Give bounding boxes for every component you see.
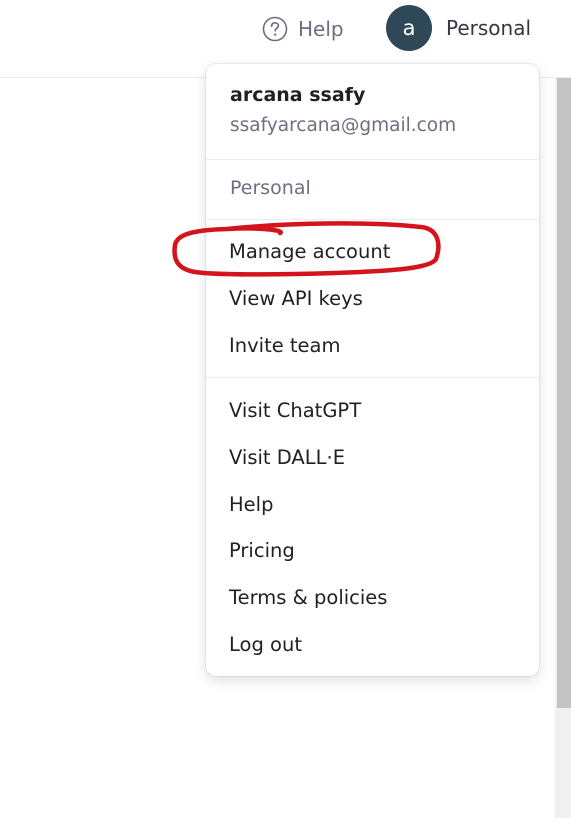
menu-item-pricing[interactable]: Pricing <box>206 528 539 572</box>
avatar: a <box>386 5 432 51</box>
user-name: arcana ssafy <box>230 84 366 106</box>
user-email: ssafyarcana@gmail.com <box>230 115 457 136</box>
account-menu-button[interactable]: a Personal <box>386 5 531 51</box>
menu-item-terms-policies[interactable]: Terms & policies <box>206 575 539 619</box>
menu-item-log-out[interactable]: Log out <box>206 622 539 666</box>
header-help-label: Help <box>298 17 344 41</box>
menu-divider <box>206 377 539 378</box>
question-circle-icon <box>262 16 288 42</box>
organization-label: Personal <box>230 177 311 199</box>
menu-item-visit-chatgpt[interactable]: Visit ChatGPT <box>206 388 539 432</box>
menu-divider <box>206 219 539 220</box>
page: Help a Personal arcana ssafy ssafyarcana… <box>0 0 571 818</box>
menu-item-manage-account[interactable]: Manage account <box>206 229 539 273</box>
menu-item-view-api-keys[interactable]: View API keys <box>206 276 539 320</box>
account-label: Personal <box>446 16 532 40</box>
header-help-button[interactable]: Help <box>262 14 344 44</box>
menu-item-help[interactable]: Help <box>206 482 539 526</box>
scrollbar-thumb[interactable] <box>557 78 571 708</box>
menu-item-visit-dalle[interactable]: Visit DALL·E <box>206 435 539 479</box>
account-dropdown-menu: arcana ssafy ssafyarcana@gmail.com Perso… <box>206 64 539 676</box>
menu-divider <box>206 159 539 160</box>
menu-item-invite-team[interactable]: Invite team <box>206 323 539 367</box>
